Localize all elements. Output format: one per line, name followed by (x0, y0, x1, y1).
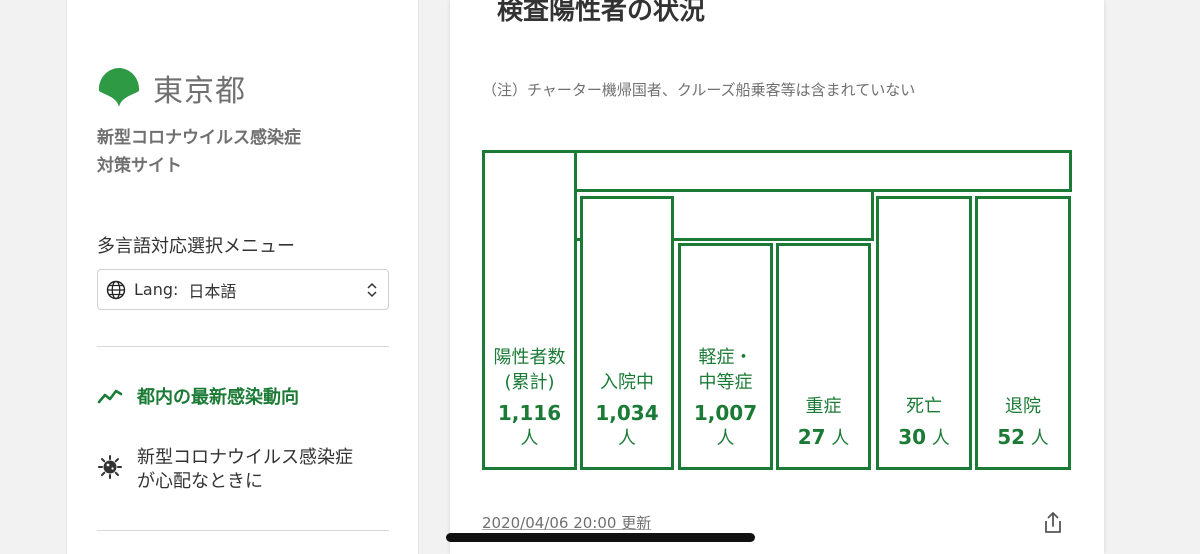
box-severe: 重症 27 人 (776, 243, 871, 470)
language-menu-label: 多言語対応選択メニュー (97, 236, 295, 257)
globe-icon (106, 280, 126, 299)
language-select[interactable]: Lang: 日本語 (97, 269, 389, 310)
box-discharged: 退院 52 人 (975, 196, 1071, 470)
sidebar-divider (97, 346, 389, 347)
case-status-tree: 陽性者数 (累計) 1,116 人 入院中 1,034 人 軽症・ 中等症 1,… (450, 0, 1104, 554)
positive-cases-card: 検査陽性者の状況 （注）チャーター機帰国者、クルーズ船乗客等は含まれていない 陽… (450, 0, 1104, 554)
box-deceased: 死亡 30 人 (876, 196, 972, 470)
language-prefix: Lang: (134, 280, 179, 299)
share-icon[interactable] (1042, 511, 1064, 535)
virus-icon (98, 455, 122, 479)
logo-text: 東京都 (153, 74, 246, 109)
box-mild-moderate: 軽症・ 中等症 1,007 人 (678, 243, 773, 470)
site-title: 新型コロナウイルス感染症 対策サイト (97, 128, 301, 176)
sidebar: 東京都 新型コロナウイルス感染症 対策サイト 多言語対応選択メニュー Lang:… (66, 0, 419, 554)
sidebar-divider (97, 530, 389, 531)
nav-item-worried[interactable]: 新型コロナウイルス感染症 が心配なときに (97, 446, 397, 494)
site-logo[interactable]: 東京都 (97, 66, 246, 110)
nav-item-latest-trends[interactable]: 都内の最新感染動向 (97, 383, 299, 409)
last-updated-link[interactable]: 2020/04/06 20:00 更新 (482, 512, 651, 533)
chevron-up-down-icon (367, 282, 377, 298)
home-indicator[interactable] (446, 533, 755, 542)
nav-item-label: 都内の最新感染動向 (137, 387, 299, 408)
box-positive-total: 陽性者数 (累計) 1,116 人 (482, 150, 577, 470)
trend-chart-icon (97, 389, 123, 404)
box-hospitalized: 入院中 1,034 人 (580, 196, 674, 470)
tokyo-ginkgo-logo-icon (98, 68, 140, 107)
language-selected-value: 日本語 (188, 281, 237, 301)
nav-item-label: 新型コロナウイルス感染症 が心配なときに (137, 447, 353, 492)
